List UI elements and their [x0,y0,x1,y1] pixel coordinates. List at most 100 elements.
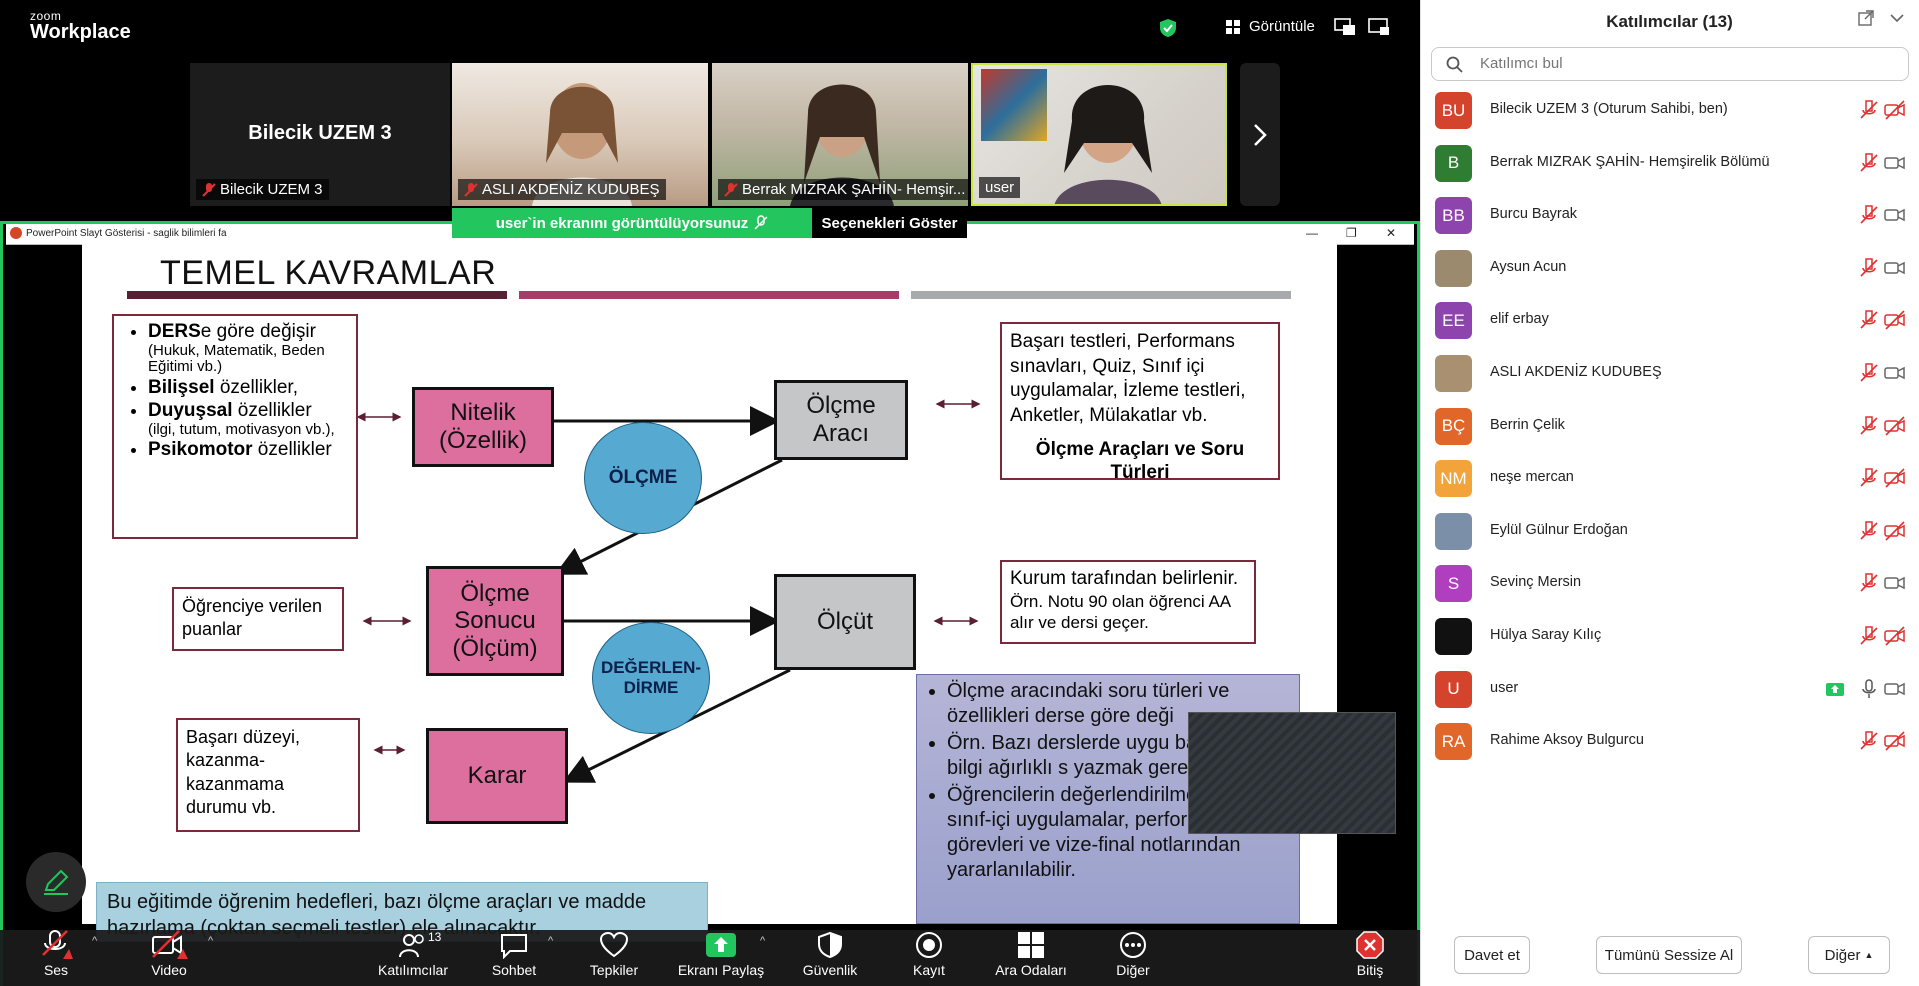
audio-options-caret[interactable]: ^ [92,935,97,947]
video-options-caret[interactable]: ^ [208,935,213,947]
muted-mic-icon[interactable] [1858,572,1880,594]
muted-mic-icon[interactable] [1858,362,1880,384]
participant-row[interactable]: ASLI AKDENİZ KUDUBEŞ [1420,347,1919,399]
view-button[interactable]: Görüntüle [1225,18,1315,35]
slide: TEMEL KAVRAMLAR DERSe göre değişir(Hukuk… [82,244,1337,942]
close-icon[interactable]: ✕ [1386,226,1396,240]
sharing-banner-text: user`in ekranını görüntülüyorsunuz [495,214,749,232]
panel-more-button[interactable]: Diğer ▲ [1808,936,1890,974]
video-button[interactable]: Video [140,928,198,978]
invite-button[interactable]: Davet et [1454,936,1530,974]
search-input[interactable] [1478,54,1882,73]
camera-off-icon[interactable] [1884,309,1906,331]
muted-mic-icon[interactable] [1858,257,1880,279]
mic-icon[interactable] [1858,678,1880,700]
avatar: BU [1435,92,1472,129]
search-icon [1446,56,1463,73]
avatar: BB [1435,197,1472,235]
next-videos-button[interactable] [1240,63,1280,206]
video-name-tag: user [979,177,1021,198]
participant-row[interactable]: BU Bilecik UZEM 3 (Oturum Sahibi, ben) [1420,84,1919,136]
end-meeting-button[interactable]: Bitiş [1350,928,1390,978]
popout-icon[interactable] [1858,10,1874,26]
security-button[interactable]: Güvenlik [800,928,860,978]
participant-row[interactable]: Eylül Gülnur Erdoğan [1420,505,1919,557]
share-screen-button[interactable]: Ekranı Paylaş [676,928,766,978]
show-options-button[interactable]: Seçenekleri Göster [812,208,967,238]
participant-row[interactable]: EE elif erbay [1420,294,1919,346]
muted-mic-icon [42,930,73,959]
camera-icon[interactable] [1884,572,1906,594]
collapse-icon[interactable] [1890,11,1904,25]
camera-icon[interactable] [1884,204,1906,226]
muted-mic-icon[interactable] [1858,520,1880,542]
video-name-tag: Bilecik UZEM 3 [196,179,329,200]
camera-off-icon[interactable] [1884,730,1906,752]
participant-row[interactable]: BB Burcu Bayrak [1420,189,1919,241]
participant-row[interactable]: RA Rahime Aksoy Bulgurcu [1420,715,1919,767]
minimize-icon[interactable]: — [1306,226,1318,240]
chevron-right-icon [1254,123,1267,146]
security-shield-icon [818,931,842,959]
trait-list-box: DERSe göre değişir(Hukuk, Matematik, Bed… [112,314,358,539]
shield-icon[interactable] [1159,18,1177,38]
avatar: U [1435,670,1472,708]
camera-off-icon[interactable] [1884,625,1906,647]
participant-name: Rahime Aksoy Bulgurcu [1490,732,1644,749]
video-name-tag: Berrak MIZRAK ŞAHİN- Hemşir... [718,179,968,200]
fullscreen-icon[interactable] [1368,18,1390,36]
muted-mic-icon[interactable] [1858,625,1880,647]
participant-row[interactable]: B Berrak MIZRAK ŞAHİN- Hemşirelik Bölümü [1420,137,1919,189]
annotate-button[interactable] [26,852,86,912]
participant-search[interactable] [1431,47,1909,81]
breakout-rooms-button[interactable]: Ara Odaları [988,928,1074,978]
chat-button[interactable]: Sohbet [488,928,540,978]
camera-off-icon[interactable] [1884,520,1906,542]
video-title: Bilecik UZEM 3 [248,122,392,144]
camera-icon[interactable] [1884,678,1906,700]
participant-name: Berrak MIZRAK ŞAHİN- Hemşirelik Bölümü [1490,153,1770,170]
video-tile[interactable]: Bilecik UZEM 3 Bilecik UZEM 3 [190,63,450,206]
camera-icon[interactable] [1884,257,1906,279]
muted-mic-icon[interactable] [1858,204,1880,226]
camera-icon[interactable] [1884,362,1906,384]
muted-mic-icon[interactable] [1858,309,1880,331]
avatar: NM [1435,460,1472,498]
camera-off-icon[interactable] [1884,99,1906,121]
participant-row[interactable]: Hülya Saray Kılıç [1420,610,1919,662]
muted-mic-icon [724,182,738,197]
chat-options-caret[interactable]: ^ [548,935,553,947]
muted-mic-icon[interactable] [1858,467,1880,489]
muted-mic-icon[interactable] [1858,152,1880,174]
share-options-caret[interactable]: ^ [760,935,765,947]
muted-mic-icon[interactable] [1858,415,1880,437]
active-speaker-tile[interactable]: user [971,63,1227,206]
pip-icon[interactable] [1334,18,1356,36]
participant-row[interactable]: BÇ Berrin Çelik [1420,400,1919,452]
sharing-indicator-icon [1826,682,1844,696]
participant-name: neşe mercan [1490,469,1574,486]
muted-mic-icon[interactable] [1858,730,1880,752]
more-button[interactable]: Diğer [1108,928,1158,978]
restore-icon[interactable]: ❐ [1346,226,1357,240]
video-tile[interactable]: Berrak MIZRAK ŞAHİN- Hemşir... [712,63,968,206]
reactions-button[interactable]: Tepkiler [584,928,644,978]
camera-icon[interactable] [1884,152,1906,174]
participant-row[interactable]: Aysun Acun [1420,242,1919,294]
muted-mic-icon[interactable] [1858,99,1880,121]
participant-row[interactable]: S Sevinç Mersin [1420,557,1919,609]
avatar [1435,249,1472,287]
mute-all-button[interactable]: Tümünü Sessize Al [1596,936,1742,974]
record-icon [916,932,942,958]
record-button[interactable]: Kayıt [902,928,956,978]
camera-off-icon[interactable] [1884,467,1906,489]
ppt-window-title: PowerPoint Slayt Gösterisi - saglik bili… [26,228,227,239]
camera-off-icon[interactable] [1884,415,1906,437]
success-level-box: Başarı düzeyi, kazanma-kazanmama durumu … [176,718,360,832]
self-view-overlay[interactable] [1188,712,1396,834]
participants-button[interactable]: 13 Katılımcılar [376,928,450,978]
participant-row[interactable]: Uuser [1420,663,1919,715]
audio-button[interactable]: Ses [30,928,82,978]
participant-row[interactable]: NM neşe mercan [1420,452,1919,504]
video-tile[interactable]: ASLI AKDENİZ KUDUBEŞ [452,63,708,206]
